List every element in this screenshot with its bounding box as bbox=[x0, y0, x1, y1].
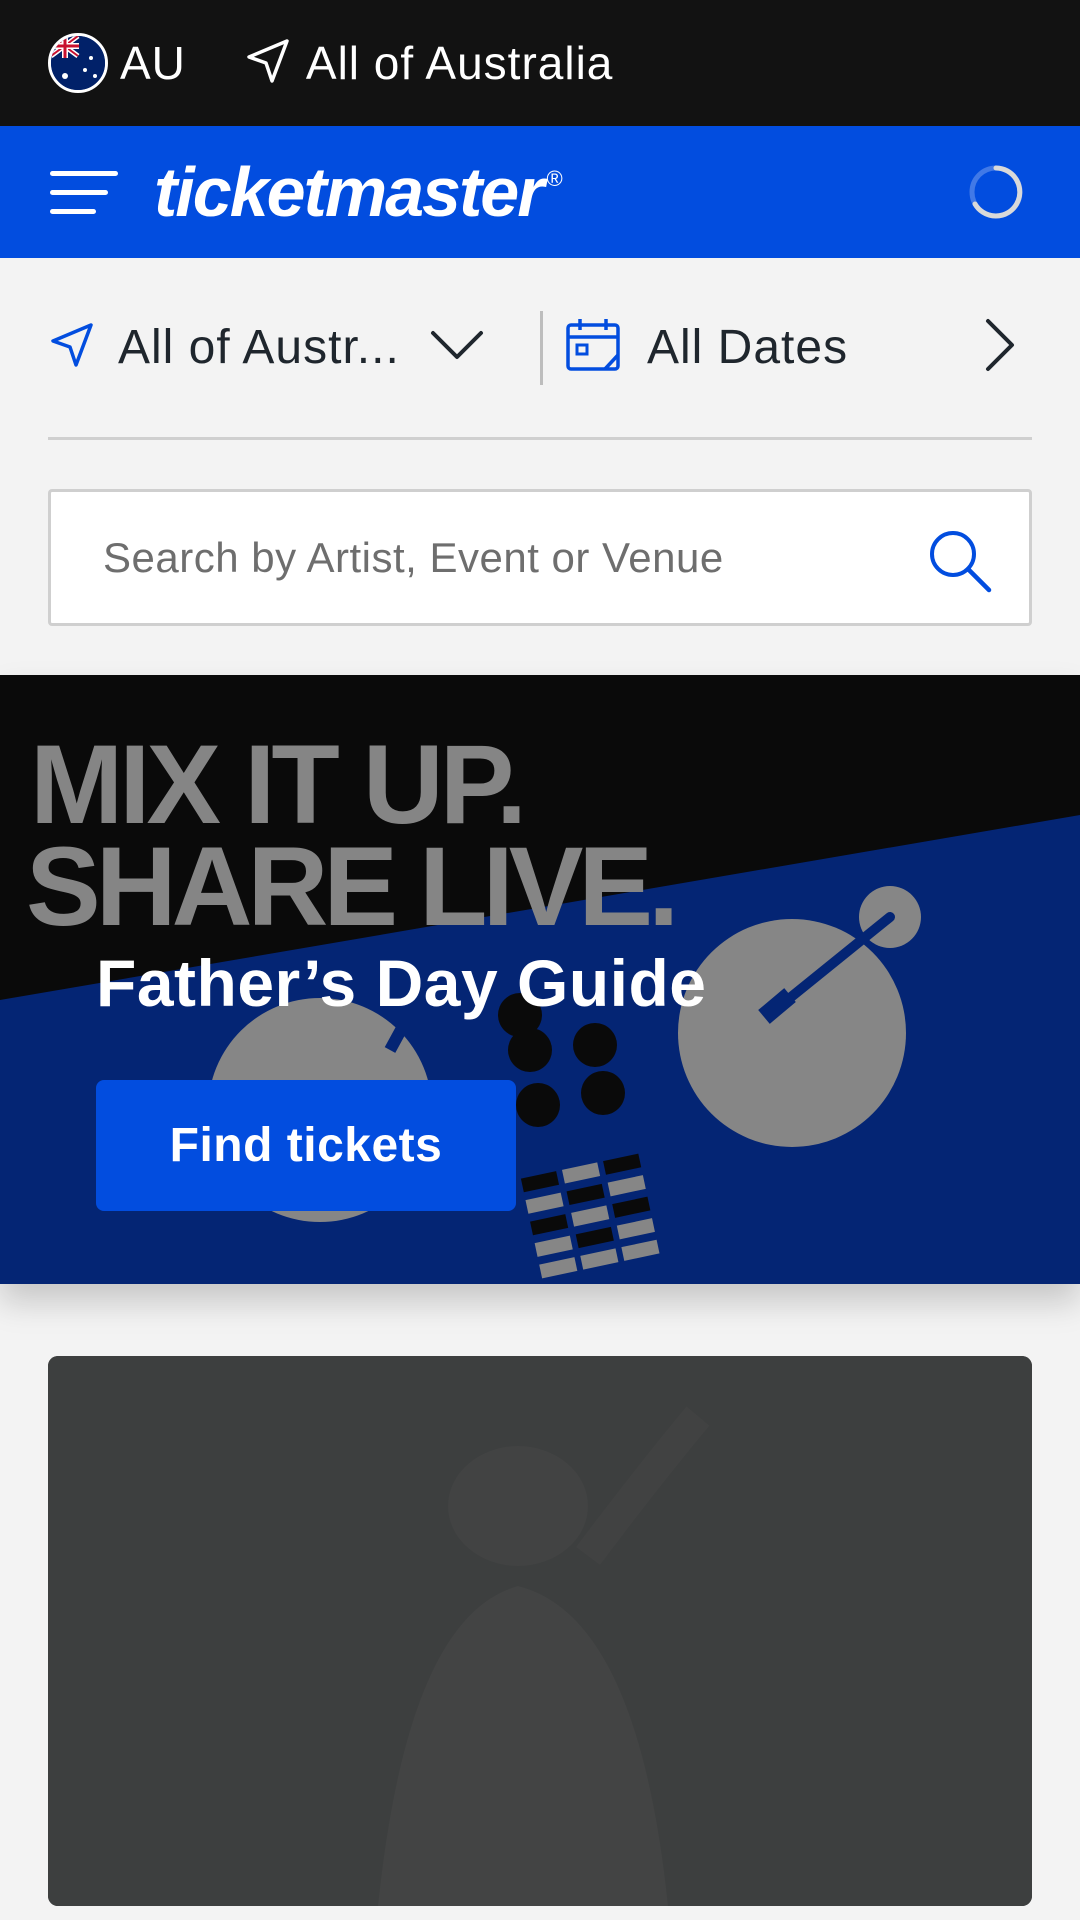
ticketmaster-logo[interactable]: ticketmaster ® bbox=[154, 152, 563, 232]
location-label: All of Australia bbox=[305, 37, 614, 89]
event-card-image[interactable] bbox=[48, 1356, 1032, 1906]
hamburger-menu-icon[interactable] bbox=[50, 167, 118, 217]
dates-filter-label: All Dates bbox=[647, 321, 849, 374]
hero-banner: MIX IT UP. SHARE LIVE. Father’s Day Guid… bbox=[0, 675, 1080, 1284]
filter-bar: All of Austr... All Dates bbox=[48, 258, 1032, 440]
hero-tagline-line-2: SHARE LIVE. bbox=[26, 824, 674, 949]
chevron-down-icon bbox=[430, 329, 484, 366]
locale-bar: AU All of Australia bbox=[0, 0, 1080, 126]
location-filter[interactable]: All of Austr... bbox=[48, 258, 540, 437]
location-arrow-icon bbox=[48, 321, 96, 374]
dates-filter[interactable]: All Dates bbox=[543, 258, 1032, 437]
event-card-placeholder bbox=[48, 1356, 1032, 1906]
location-arrow-icon bbox=[244, 37, 292, 90]
chevron-right-icon bbox=[984, 318, 1016, 377]
country-code[interactable]: AU bbox=[120, 36, 186, 90]
search-input[interactable] bbox=[103, 533, 883, 582]
hero-title: Father’s Day Guide bbox=[96, 946, 707, 1020]
au-flag-icon[interactable] bbox=[48, 33, 108, 93]
search-box bbox=[48, 489, 1032, 626]
loading-spinner-icon bbox=[968, 164, 1024, 220]
calendar-icon bbox=[565, 317, 621, 378]
search-icon[interactable] bbox=[927, 528, 993, 599]
location-selector-top[interactable]: All of Australia bbox=[244, 36, 613, 90]
site-header: ticketmaster ® bbox=[0, 126, 1080, 258]
location-filter-label: All of Austr... bbox=[118, 321, 400, 374]
find-tickets-button[interactable]: Find tickets bbox=[96, 1080, 516, 1211]
